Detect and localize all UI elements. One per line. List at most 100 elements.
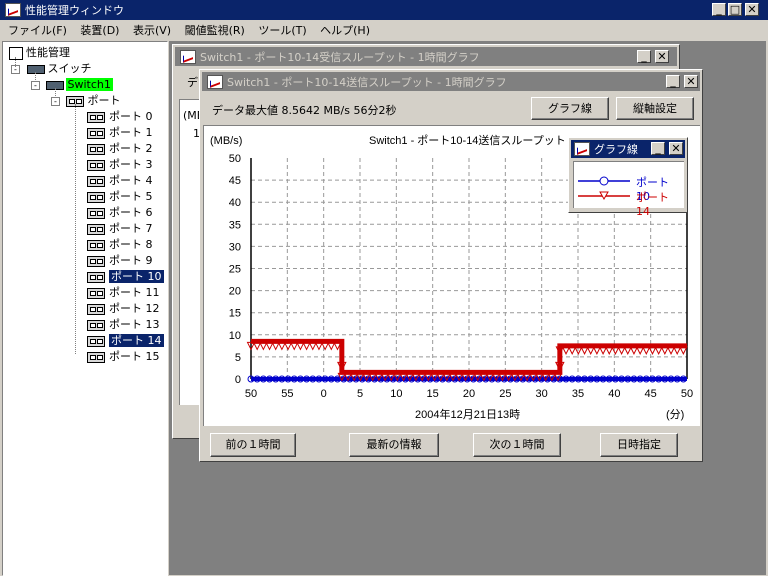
x-tick-label: 15 bbox=[427, 388, 439, 400]
y-tick-label: 25 bbox=[229, 264, 241, 276]
tree-pane[interactable]: 性能管理 - スイッチ - Switch1 - ポート ポート 0 ポート 1 ポー… bbox=[2, 41, 168, 576]
tree-port-item[interactable]: ポート 15 bbox=[87, 349, 160, 364]
next-hour-button[interactable]: 次の１時間 bbox=[473, 433, 561, 457]
tree-port-group[interactable]: - ポート bbox=[51, 93, 121, 108]
x-tick-label: 30 bbox=[536, 388, 548, 400]
legend-title: グラフ線 bbox=[594, 143, 638, 156]
menu-view[interactable]: 表示(V) bbox=[133, 24, 171, 37]
x-tick-label: 10 bbox=[390, 388, 402, 400]
datetime-button[interactable]: 日時指定 bbox=[600, 433, 678, 457]
back-window-title: Switch1 - ポート10-14受信スループット - 1時間グラフ bbox=[200, 50, 480, 64]
tree-port-item[interactable]: ポート 14 bbox=[87, 333, 164, 348]
circle-marker-icon bbox=[599, 176, 609, 186]
menu-device[interactable]: 装置(D) bbox=[80, 24, 119, 37]
tree-switch-group[interactable]: - スイッチ bbox=[11, 61, 92, 76]
tree-port-label: ポート 0 bbox=[109, 110, 153, 123]
x-tick-label: 55 bbox=[281, 388, 293, 400]
port-icon bbox=[87, 191, 105, 203]
back-minimize-button[interactable]: _ bbox=[637, 50, 651, 63]
chart-icon bbox=[9, 46, 23, 60]
x-tick-label: 20 bbox=[463, 388, 475, 400]
tree-port-label: ポート 6 bbox=[109, 206, 153, 219]
tree-port-item[interactable]: ポート 12 bbox=[87, 301, 160, 316]
chart-icon bbox=[180, 49, 196, 64]
legend-body: ポート 10 ポート 14 bbox=[573, 161, 684, 218]
x-tick-label: 40 bbox=[608, 388, 620, 400]
y-tick-label: 30 bbox=[229, 241, 241, 253]
tree-port-item[interactable]: ポート 6 bbox=[87, 205, 153, 220]
tree-port-item[interactable]: ポート 8 bbox=[87, 237, 153, 252]
graph-window[interactable]: Switch1 - ポート10-14送信スループット - 1時間グラフ _ ✕ … bbox=[199, 69, 703, 462]
x-tick-label: 50 bbox=[245, 388, 257, 400]
latest-info-button[interactable]: 最新の情報 bbox=[349, 433, 439, 457]
graph-line-button[interactable]: グラフ線 bbox=[531, 97, 609, 120]
prev-hour-button[interactable]: 前の１時間 bbox=[210, 433, 296, 457]
legend-port14: ポート 14 bbox=[636, 191, 669, 218]
tree-port-item[interactable]: ポート 2 bbox=[87, 141, 153, 156]
x-tick-label: 35 bbox=[572, 388, 584, 400]
data-max-label: データ最大値 8.5642 MB/s 56分2秒 bbox=[212, 104, 397, 117]
back-close-button[interactable]: ✕ bbox=[655, 50, 669, 63]
tree-port-label: ポート 11 bbox=[109, 286, 160, 299]
app-icon bbox=[5, 3, 21, 17]
tree-port-item[interactable]: ポート 1 bbox=[87, 125, 153, 140]
tree-port-label: ポート 13 bbox=[109, 318, 160, 331]
tree-line bbox=[75, 104, 76, 354]
y-tick-label: 50 bbox=[229, 153, 241, 165]
tree-switch1[interactable]: - Switch1 bbox=[31, 77, 113, 92]
tree-root[interactable]: 性能管理 bbox=[9, 45, 70, 60]
close-button[interactable]: ✕ bbox=[745, 3, 759, 16]
y-tick-label: 10 bbox=[229, 330, 241, 342]
y-tick-label: 45 bbox=[229, 175, 241, 187]
menu-bar: ファイル(F) 装置(D) 表示(V) 閾値監視(R) ツール(T) ヘルプ(H… bbox=[8, 22, 380, 40]
port-icon bbox=[87, 351, 105, 363]
y-tick-label: 0 bbox=[235, 374, 241, 386]
maximize-button[interactable]: □ bbox=[728, 3, 742, 16]
port-icon bbox=[87, 255, 105, 267]
tree-port-label: ポート 8 bbox=[109, 238, 153, 251]
chart-icon bbox=[574, 142, 590, 156]
legend-minimize-button[interactable]: _ bbox=[651, 142, 665, 155]
port-icon bbox=[87, 335, 105, 347]
y-tick-label: 35 bbox=[229, 219, 241, 231]
port-icon bbox=[87, 287, 105, 299]
tree-port-item[interactable]: ポート 3 bbox=[87, 157, 153, 172]
tree-port-item[interactable]: ポート 4 bbox=[87, 173, 153, 188]
tree-line bbox=[55, 88, 56, 98]
x-tick-label: 5 bbox=[357, 388, 363, 400]
tree-port-label: ポート 14 bbox=[109, 334, 164, 347]
back-data-label: デ bbox=[187, 76, 198, 89]
vertical-axis-button[interactable]: 縦軸設定 bbox=[616, 97, 694, 120]
menu-help[interactable]: ヘルプ(H) bbox=[320, 24, 370, 37]
port-icon bbox=[87, 319, 105, 331]
tree-port-item[interactable]: ポート 13 bbox=[87, 317, 160, 332]
graph-window-titlebar: Switch1 - ポート10-14送信スループット - 1時間グラフ bbox=[202, 72, 700, 91]
legend-titlebar: グラフ線 bbox=[571, 140, 685, 158]
y-tick-label: 20 bbox=[229, 286, 241, 298]
menu-threshold[interactable]: 閾値監視(R) bbox=[185, 24, 245, 37]
tree-port-label: ポート 3 bbox=[109, 158, 153, 171]
menu-file[interactable]: ファイル(F) bbox=[8, 24, 67, 37]
tree-port-item[interactable]: ポート 11 bbox=[87, 285, 160, 300]
tree-line bbox=[35, 72, 36, 82]
port-icon bbox=[87, 175, 105, 187]
tree-port-item[interactable]: ポート 10 bbox=[87, 269, 164, 284]
minimize-button[interactable]: _ bbox=[712, 3, 726, 16]
menu-tools[interactable]: ツール(T) bbox=[258, 24, 306, 37]
tree-port-item[interactable]: ポート 7 bbox=[87, 221, 153, 236]
port-icon bbox=[87, 303, 105, 315]
legend-window[interactable]: グラフ線 _ ✕ ポート 10 ポート 14 bbox=[568, 137, 688, 218]
x-axis-label: 2004年12月21日13時 bbox=[415, 407, 520, 421]
graph-close-button[interactable]: ✕ bbox=[684, 75, 698, 88]
tree-port-item[interactable]: ポート 9 bbox=[87, 253, 153, 268]
port-icon bbox=[87, 207, 105, 219]
x-tick-label: 25 bbox=[499, 388, 511, 400]
chart-title: Switch1 - ポート10-14送信スループット bbox=[369, 133, 566, 147]
tree-port-label: ポート 9 bbox=[109, 254, 153, 267]
main-titlebar: 性能管理ウィンドウ bbox=[0, 0, 768, 20]
legend-close-button[interactable]: ✕ bbox=[669, 142, 683, 155]
graph-minimize-button[interactable]: _ bbox=[666, 75, 680, 88]
tree-port-item[interactable]: ポート 0 bbox=[87, 109, 153, 124]
tree-port-item[interactable]: ポート 5 bbox=[87, 189, 153, 204]
tree-port-label: ポート 10 bbox=[109, 270, 164, 283]
